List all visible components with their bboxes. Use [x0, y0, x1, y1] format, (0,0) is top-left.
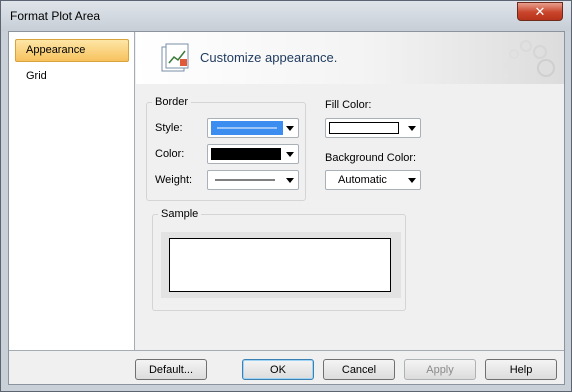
- weight-label: Weight:: [155, 174, 193, 186]
- fill-color-label: Fill Color:: [325, 99, 372, 111]
- border-style-dropdown[interactable]: [207, 118, 299, 138]
- category-list: Appearance Grid: [9, 32, 135, 350]
- ok-button[interactable]: OK: [242, 359, 314, 380]
- chart-format-icon: [161, 43, 189, 72]
- dialog-body: Appearance Grid Customize appearance. Bo…: [8, 31, 565, 385]
- border-weight-dropdown[interactable]: [207, 170, 299, 190]
- border-color-dropdown[interactable]: [207, 144, 299, 164]
- chevron-down-icon: [408, 178, 416, 183]
- border-color-swatch: [211, 148, 281, 160]
- button-bar: Default... OK Cancel Apply Help: [9, 350, 564, 384]
- weight-line-preview: [215, 179, 275, 181]
- brand-logo-icon: [504, 40, 555, 78]
- nav-item-grid[interactable]: Grid: [15, 65, 129, 88]
- style-label: Style:: [155, 122, 183, 134]
- appearance-panel: Customize appearance. Border Style: Colo…: [136, 32, 564, 350]
- chevron-down-icon: [286, 178, 294, 183]
- default-button[interactable]: Default...: [135, 359, 207, 380]
- sample-preview-area: [161, 232, 401, 298]
- chevron-down-icon: [408, 126, 416, 131]
- fill-color-dropdown[interactable]: [325, 118, 421, 138]
- line-style-preview: [211, 121, 283, 135]
- nav-item-appearance[interactable]: Appearance: [15, 39, 129, 62]
- close-button[interactable]: ✕: [517, 2, 563, 21]
- background-color-dropdown[interactable]: Automatic: [325, 170, 421, 190]
- apply-button[interactable]: Apply: [404, 359, 476, 380]
- color-label: Color:: [155, 148, 185, 160]
- panel-header-text: Customize appearance.: [200, 50, 338, 65]
- chevron-down-icon: [286, 152, 294, 157]
- help-button[interactable]: Help: [485, 359, 557, 380]
- cancel-button[interactable]: Cancel: [323, 359, 395, 380]
- title-bar[interactable]: Format Plot Area ✕: [1, 1, 571, 31]
- border-legend: Border: [155, 96, 189, 108]
- chevron-down-icon: [286, 126, 294, 131]
- window-title: Format Plot Area: [10, 9, 101, 23]
- format-plot-area-dialog: Format Plot Area ✕ Appearance Grid Custo…: [0, 0, 572, 392]
- border-style-swatch: [211, 121, 283, 135]
- panel-header: Customize appearance.: [136, 32, 564, 84]
- background-color-label: Background Color:: [325, 152, 417, 164]
- background-color-value: Automatic: [338, 174, 387, 186]
- sample-preview-box: [169, 238, 391, 292]
- fill-color-swatch: [329, 122, 399, 134]
- sample-legend: Sample: [161, 208, 199, 220]
